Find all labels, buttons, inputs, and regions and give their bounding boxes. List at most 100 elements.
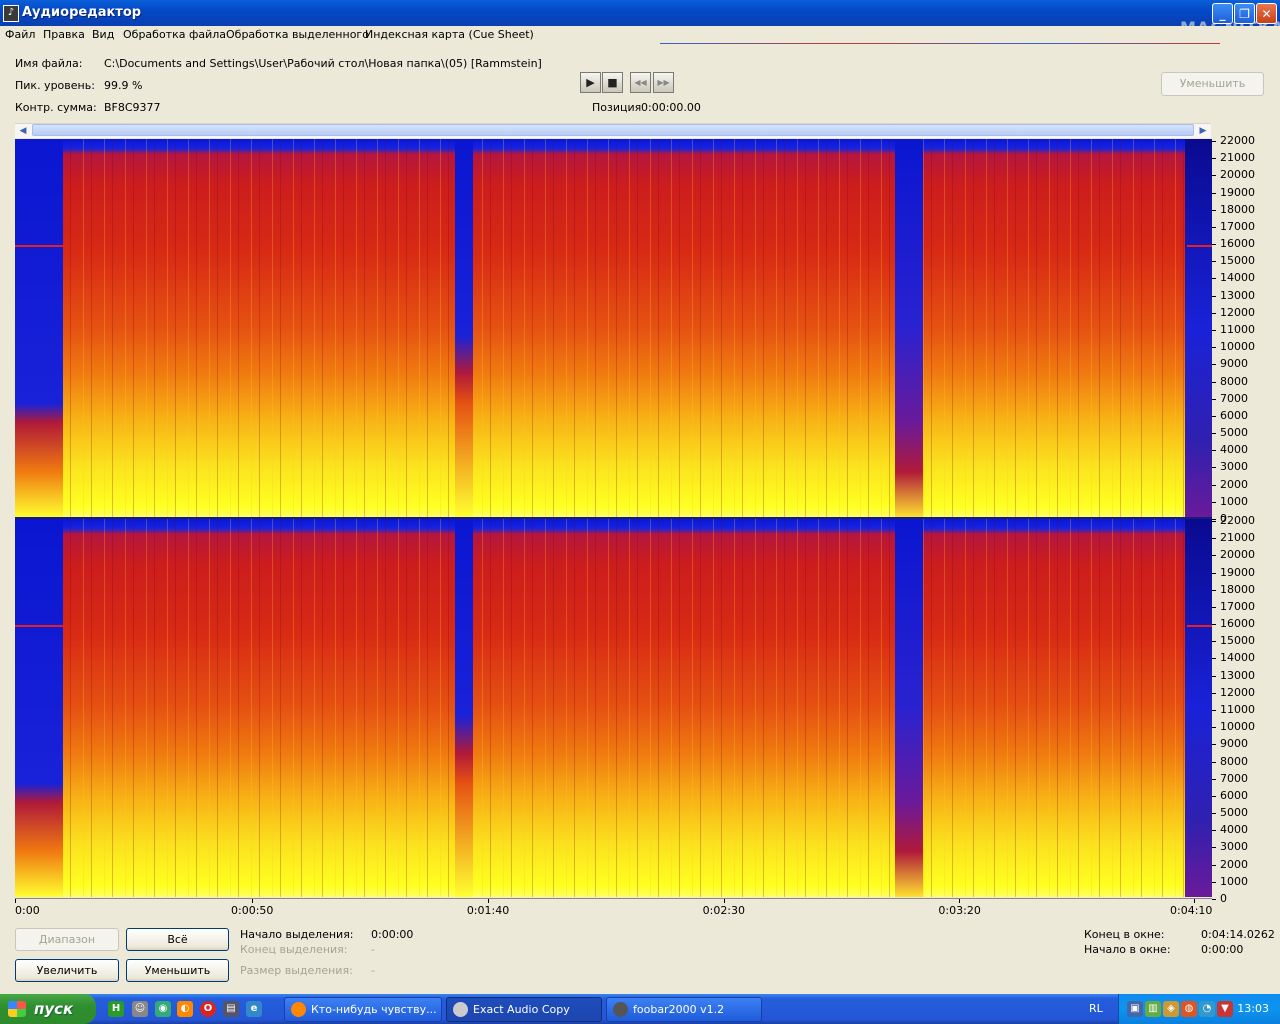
horizontal-scrollbar[interactable]: ◀ ▶ [15, 123, 1211, 138]
clock: 13:03 [1237, 1002, 1269, 1015]
frequency-tick: 11000 [1212, 324, 1280, 336]
minimize-button[interactable]: _ [1212, 3, 1233, 24]
time-tick-mark [959, 899, 961, 903]
frequency-tick: 20000 [1212, 549, 1280, 561]
quicklaunch-chrome-icon[interactable]: ◉ [155, 1001, 171, 1017]
spectrogram-channel-right[interactable] [15, 519, 1212, 897]
task-exact-audio-copy[interactable]: Exact Audio Copy [446, 997, 602, 1022]
frequency-tick: 14000 [1212, 272, 1280, 284]
time-tick-label: 0:00:50 [231, 904, 274, 917]
scroll-left-arrow-icon[interactable]: ◀ [15, 124, 31, 138]
menu-edit[interactable]: Правка [43, 28, 85, 41]
rewind-button[interactable]: ◀◀ [630, 72, 651, 93]
quicklaunch-h-icon[interactable]: H [108, 1001, 124, 1017]
time-tick-label: 0:02:30 [702, 904, 746, 917]
quicklaunch-save-icon[interactable]: ▤ [223, 1001, 239, 1017]
frequency-tick: 21000 [1212, 532, 1280, 544]
frequency-tick: 20000 [1212, 169, 1280, 181]
time-tick-mark [15, 899, 16, 903]
app-icon[interactable]: ♪ [3, 5, 19, 22]
quicklaunch-opera-icon[interactable]: O [200, 1001, 216, 1017]
tray-app-icon[interactable]: ▥ [1145, 1001, 1161, 1017]
quicklaunch-firefox-icon[interactable]: ◐ [177, 1001, 193, 1017]
break-band-1 [455, 519, 473, 897]
frequency-tick: 15000 [1212, 255, 1280, 267]
file-name-label: Имя файла: [15, 57, 83, 70]
quicklaunch-ie-icon[interactable]: e [246, 1001, 262, 1017]
menu-view[interactable]: Вид [92, 28, 114, 41]
frequency-tick: 12000 [1212, 306, 1280, 319]
time-tick-mark [252, 899, 253, 903]
outro-fade-band [1185, 139, 1212, 517]
menu-file-processing[interactable]: Обработка файла [123, 28, 226, 41]
fast-forward-button[interactable]: ▶▶ [653, 72, 674, 93]
menu-divider [660, 43, 1220, 44]
spectrogram-texture [15, 139, 1212, 517]
frequency-tick: 13000 [1212, 669, 1280, 682]
frequency-tick: 2000 [1212, 858, 1280, 871]
start-button[interactable]: пуск [0, 994, 96, 1024]
tray-shield-icon[interactable]: ▼ [1217, 1001, 1233, 1017]
frequency-tick: 7000 [1212, 392, 1280, 405]
select-all-button[interactable]: Всё [126, 928, 229, 951]
tray-speaker-icon[interactable]: ◔ [1199, 1001, 1215, 1017]
frequency-tick: 5000 [1212, 427, 1280, 439]
frequency-tick: 8000 [1212, 375, 1280, 388]
frequency-tick: 5000 [1212, 807, 1280, 819]
tray-antivirus-icon[interactable]: ◍ [1181, 1001, 1197, 1017]
scroll-thumb[interactable] [32, 124, 1194, 136]
time-tick-mark [487, 899, 489, 903]
title-bar: ♪ Аудиоредактор MAGNITKA _ ❐ ✕ [0, 0, 1280, 37]
menu-file[interactable]: Файл [5, 28, 35, 41]
foobar-icon [613, 1002, 628, 1017]
break-band-2 [895, 519, 923, 897]
spectrogram-channel-left[interactable] [15, 139, 1212, 517]
selection-size-label: Размер выделения: [240, 964, 353, 977]
frequency-tick: 11000 [1212, 704, 1280, 716]
frequency-tick: 9000 [1212, 358, 1280, 370]
spectrogram-texture [15, 519, 1212, 897]
marker-line-right [1187, 625, 1212, 627]
close-button[interactable]: ✕ [1256, 3, 1277, 24]
zoom-in-button[interactable]: Увеличить [15, 959, 119, 982]
selection-start-label: Начало выделения: [240, 928, 354, 941]
frequency-tick: 13000 [1212, 289, 1280, 302]
zoom-out-top-button[interactable]: Уменьшить [1161, 72, 1264, 96]
time-tick-mark [723, 899, 725, 903]
language-indicator[interactable]: RL [1089, 1002, 1103, 1015]
quicklaunch-alien-icon[interactable]: ☺ [132, 1001, 148, 1017]
break-band-2 [895, 139, 923, 517]
frequency-tick: 9000 [1212, 738, 1280, 750]
eac-icon [453, 1002, 468, 1017]
task-browser-label: Кто-нибудь чувству... [311, 1003, 437, 1016]
play-button[interactable]: ▶ [580, 72, 601, 93]
window-title: Аудиоредактор [22, 5, 142, 20]
zoom-out-button[interactable]: Уменьшить [126, 959, 229, 982]
frequency-tick: 22000 [1212, 135, 1280, 147]
frequency-tick: 17000 [1212, 220, 1280, 233]
time-tick-mark [1194, 899, 1196, 903]
task-foobar[interactable]: foobar2000 v1.2 [606, 997, 762, 1022]
network-icon[interactable]: ▣ [1127, 1001, 1143, 1017]
marker-line-left [15, 625, 63, 627]
menu-selection-processing[interactable]: Обработка выделенного [226, 28, 369, 41]
menu-cue-sheet[interactable]: Индексная карта (Cue Sheet) [365, 28, 534, 41]
frequency-tick: 1000 [1212, 495, 1280, 508]
frequency-tick: 21000 [1212, 152, 1280, 164]
selection-size-value: - [371, 964, 375, 977]
frequency-tick: 12000 [1212, 686, 1280, 699]
task-browser[interactable]: Кто-нибудь чувству... [284, 997, 442, 1022]
scroll-right-arrow-icon[interactable]: ▶ [1195, 124, 1211, 138]
selection-start-value: 0:00:00 [371, 928, 414, 941]
frequency-tick: 16000 [1212, 238, 1280, 250]
frequency-tick: 18000 [1212, 203, 1280, 216]
selection-end-value: - [371, 943, 375, 956]
frequency-tick: 2000 [1212, 478, 1280, 491]
checksum-label: Контр. сумма: [15, 101, 97, 114]
tray-update-icon[interactable]: ◈ [1163, 1001, 1179, 1017]
frequency-tick: 22000 [1212, 515, 1280, 527]
stop-button[interactable]: ■ [602, 72, 623, 93]
range-button[interactable]: Диапазон [15, 928, 119, 951]
frequency-tick: 4000 [1212, 824, 1280, 836]
maximize-button[interactable]: ❐ [1234, 3, 1255, 24]
